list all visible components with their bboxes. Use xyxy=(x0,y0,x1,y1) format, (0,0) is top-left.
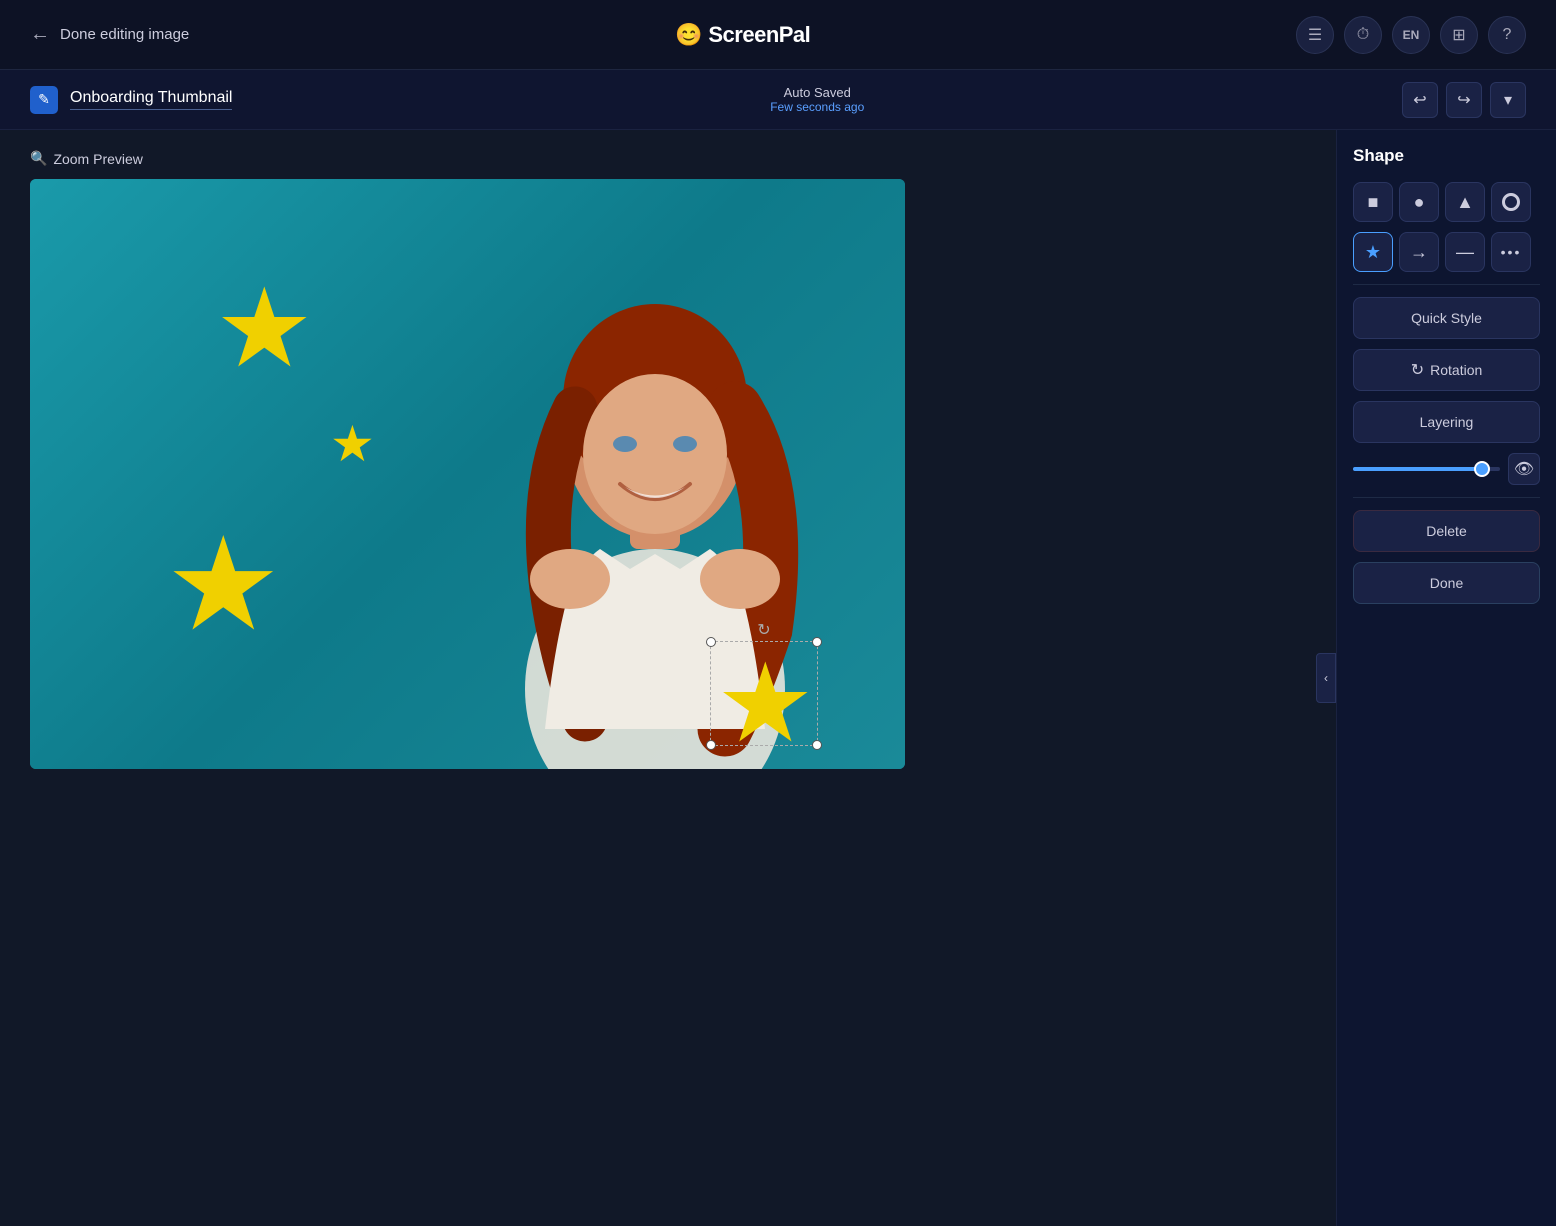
logo-area: 😊 ScreenPal xyxy=(675,22,810,48)
save-time: Few seconds ago xyxy=(770,100,864,114)
redo-icon: ↪ xyxy=(1457,90,1470,110)
logo-text: ScreenPal xyxy=(708,22,810,48)
collapse-icon: ‹ xyxy=(1324,671,1328,685)
done-button[interactable]: Done xyxy=(1353,562,1540,604)
shape-arrow-btn[interactable]: → xyxy=(1399,232,1439,272)
triangle-icon: ▲ xyxy=(1456,192,1474,213)
opacity-eye-button[interactable]: 👁 xyxy=(1508,453,1540,485)
history-icon-btn[interactable]: ⏱ xyxy=(1344,16,1382,54)
layers-icon: ⊞ xyxy=(1452,25,1465,45)
layers-icon-btn[interactable]: ⊞ xyxy=(1440,16,1478,54)
second-toolbar: ✎ Onboarding Thumbnail Auto Saved Few se… xyxy=(0,70,1556,130)
layering-button[interactable]: Layering xyxy=(1353,401,1540,443)
save-info: Auto Saved Few seconds ago xyxy=(770,85,864,114)
history-icon: ⏱ xyxy=(1357,26,1369,44)
panel-title: Shape xyxy=(1353,146,1540,166)
top-nav: ← Done editing image 😊 ScreenPal ☰ ⏱ EN … xyxy=(0,0,1556,70)
rotation-icon: ↻ xyxy=(1411,360,1424,380)
layering-label: Layering xyxy=(1420,414,1474,430)
shape-more-btn[interactable]: ••• xyxy=(1491,232,1531,272)
shape-circle-btn[interactable]: ● xyxy=(1399,182,1439,222)
star-selected[interactable]: ★ xyxy=(716,649,815,759)
rotation-button[interactable]: ↻ Rotation xyxy=(1353,349,1540,391)
lang-icon-btn[interactable]: EN xyxy=(1392,16,1430,54)
line-icon: — xyxy=(1456,242,1474,263)
panel-collapse-handle[interactable]: ‹ xyxy=(1316,653,1336,703)
dropdown-button[interactable]: ▾ xyxy=(1490,82,1526,118)
main-area: 🔍 Zoom Preview ★ ★ ★ xyxy=(0,130,1556,1226)
file-icon-symbol: ✎ xyxy=(38,91,50,108)
back-arrow-icon: ← xyxy=(30,23,50,46)
file-icon: ✎ xyxy=(30,86,58,114)
star-small-middle[interactable]: ★ xyxy=(330,419,375,469)
toolbar-actions: ↩ ↪ ▾ xyxy=(1402,82,1526,118)
help-icon-btn[interactable]: ? xyxy=(1488,16,1526,54)
more-icon: ••• xyxy=(1501,244,1522,260)
back-label: Done editing image xyxy=(60,26,189,43)
help-icon: ? xyxy=(1503,26,1512,44)
star-large-top[interactable]: ★ xyxy=(215,274,314,384)
shape-triangle-btn[interactable]: ▲ xyxy=(1445,182,1485,222)
logo-icon: 😊 xyxy=(675,22,702,48)
menu-icon: ☰ xyxy=(1308,25,1322,45)
shape-star-btn[interactable]: ★ xyxy=(1353,232,1393,272)
shape-row-2: ★ → — ••• xyxy=(1353,232,1540,272)
file-title[interactable]: Onboarding Thumbnail xyxy=(70,89,232,110)
done-label: Done xyxy=(1430,575,1463,591)
zoom-preview-label: Zoom Preview xyxy=(53,151,142,167)
person-image xyxy=(405,179,905,769)
circle-outline-icon xyxy=(1502,193,1520,211)
canvas-container: 🔍 Zoom Preview ★ ★ ★ xyxy=(0,130,1336,1226)
rect-icon: ■ xyxy=(1368,192,1379,213)
opacity-row: 👁 xyxy=(1353,453,1540,485)
nav-right-icons: ☰ ⏱ EN ⊞ ? xyxy=(1296,16,1526,54)
dropdown-icon: ▾ xyxy=(1504,90,1512,110)
opacity-slider[interactable] xyxy=(1353,467,1500,471)
shape-row-1: ■ ● ▲ xyxy=(1353,182,1540,222)
shape-panel: Shape ■ ● ▲ ★ → — xyxy=(1336,130,1556,1226)
quick-style-label: Quick Style xyxy=(1411,310,1482,326)
zoom-icon: 🔍 xyxy=(30,150,47,167)
menu-icon-btn[interactable]: ☰ xyxy=(1296,16,1334,54)
star-icon: ★ xyxy=(1365,242,1381,263)
shape-circle-outline-btn[interactable] xyxy=(1491,182,1531,222)
arrow-icon: → xyxy=(1410,242,1428,263)
canvas-frame[interactable]: ★ ★ ★ xyxy=(30,179,905,769)
lang-label: EN xyxy=(1403,28,1420,42)
delete-button[interactable]: Delete xyxy=(1353,510,1540,552)
eye-icon: 👁 xyxy=(1514,459,1534,479)
star-large-bottom-left[interactable]: ★ xyxy=(165,519,282,649)
person-svg xyxy=(415,209,895,769)
auto-saved-label: Auto Saved xyxy=(770,85,864,100)
back-button[interactable]: ← Done editing image xyxy=(30,23,189,46)
circle-icon: ● xyxy=(1414,192,1425,213)
shape-rect-btn[interactable]: ■ xyxy=(1353,182,1393,222)
undo-icon: ↩ xyxy=(1413,90,1426,110)
quick-style-button[interactable]: Quick Style xyxy=(1353,297,1540,339)
slider-thumb[interactable] xyxy=(1474,461,1490,477)
file-info: ✎ Onboarding Thumbnail xyxy=(30,86,232,114)
zoom-preview-button[interactable]: 🔍 Zoom Preview xyxy=(20,150,143,167)
rotation-label: Rotation xyxy=(1430,362,1482,378)
divider-2 xyxy=(1353,497,1540,498)
redo-button[interactable]: ↪ xyxy=(1446,82,1482,118)
delete-label: Delete xyxy=(1426,523,1466,539)
divider-1 xyxy=(1353,284,1540,285)
undo-button[interactable]: ↩ xyxy=(1402,82,1438,118)
shape-line-btn[interactable]: — xyxy=(1445,232,1485,272)
